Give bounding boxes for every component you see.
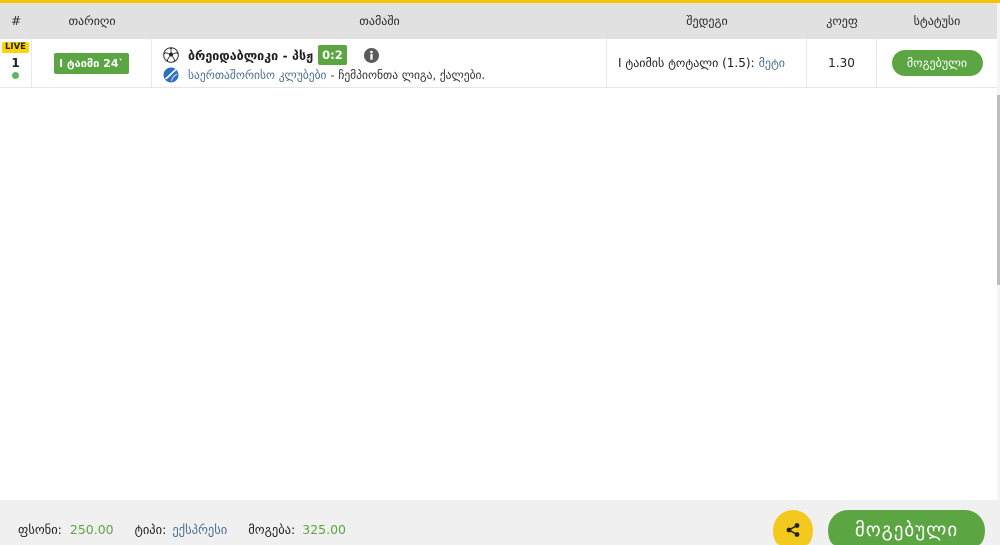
- match-teams: ბრეიდაბლიკი - პსჟ: [188, 47, 314, 63]
- bet-number: 1: [11, 56, 20, 70]
- odds-cell: 1.30: [807, 39, 877, 87]
- soccer-ball-icon: [163, 47, 179, 63]
- selection-pick: მეტი: [758, 56, 786, 70]
- table-row[interactable]: LIVE 1 I ტაიმი 24` ბრეიდაბლიკი - პსჟ 0:2…: [0, 39, 997, 88]
- league-icon: [163, 67, 179, 82]
- share-icon: [786, 523, 800, 537]
- column-header-number: #: [10, 14, 22, 28]
- status-badge[interactable]: მოგებული: [891, 50, 983, 76]
- bet-status-button[interactable]: მოგებული: [828, 510, 985, 545]
- date-cell: I ტაიმი 24`: [32, 39, 152, 87]
- stake-label: ფსონი:: [18, 521, 62, 537]
- bet-summary-footer: ფსონი: 250.00 ტიპი: ექსპრესი მოგება: 325…: [0, 500, 1000, 545]
- stake-value: 250.00: [69, 521, 114, 537]
- bet-history-table: # თარიღი თამაში შედეგი კოეფ სტატუსი LIVE…: [0, 3, 997, 88]
- market-name: I ტაიმის ტოტალი (1.5):: [618, 56, 755, 70]
- live-badge: LIVE: [2, 42, 29, 53]
- share-button[interactable]: [773, 510, 813, 545]
- match-line: ბრეიდაბლიკი - პსჟ 0:2: [163, 44, 606, 66]
- bet-type-value: ექსპრესი: [172, 521, 228, 537]
- winnings-label: მოგება:: [248, 521, 296, 537]
- column-header-odds: კოეფ: [826, 14, 858, 28]
- game-cell: ბრეიდაბლიკი - პსჟ 0:2 საერთაშორისო კლუბე…: [152, 39, 607, 87]
- column-header-result: შედეგი: [686, 14, 728, 28]
- info-icon[interactable]: [363, 47, 379, 63]
- odds-value: 1.30: [828, 56, 855, 70]
- bet-number-cell: LIVE 1: [0, 39, 32, 87]
- score-badge: 0:2: [318, 45, 347, 65]
- bet-type-label: ტიპი:: [134, 521, 167, 537]
- column-header-date: თარიღი: [68, 14, 116, 28]
- live-status-dot: [12, 72, 19, 79]
- winnings-value: 325.00: [302, 521, 347, 537]
- league-line: საერთაშორისო კლუბები - ჩემპიონთა ლიგა, ქ…: [163, 66, 606, 83]
- column-header-status: სტატუსი: [913, 14, 961, 28]
- league-category-link[interactable]: საერთაშორისო კლუბები: [188, 68, 327, 82]
- match-time-badge: I ტაიმი 24`: [53, 52, 129, 74]
- result-cell: I ტაიმის ტოტალი (1.5): მეტი: [607, 39, 807, 87]
- league-name: - ჩემპიონთა ლიგა, ქალები.: [330, 67, 486, 82]
- bet-summary: ფსონი: 250.00 ტიპი: ექსპრესი მოგება: 325…: [18, 521, 367, 537]
- status-cell: მოგებული: [877, 39, 997, 87]
- table-header: # თარიღი თამაში შედეგი კოეფ სტატუსი: [0, 3, 997, 39]
- column-header-game: თამაში: [359, 14, 400, 28]
